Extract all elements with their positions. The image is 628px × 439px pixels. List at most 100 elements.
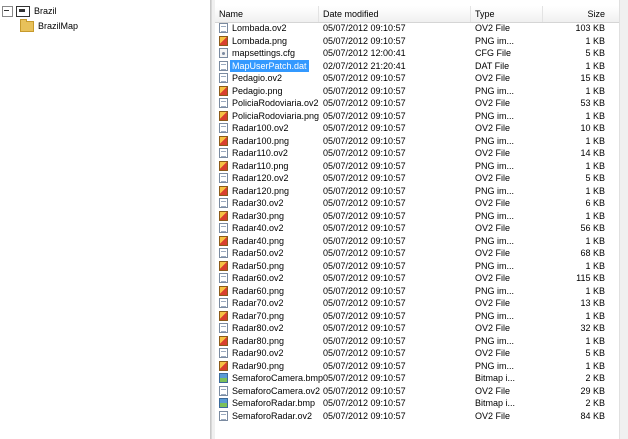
- image-file-icon: [219, 185, 228, 196]
- file-name: Radar30.png: [232, 210, 285, 221]
- file-row[interactable]: Radar80.ov2 05/07/2012 09:10:57 OV2 File 32…: [215, 322, 620, 335]
- file-type: OV2 File: [475, 98, 511, 108]
- file-row[interactable]: SemaforoCamera.bmp 05/07/2012 09:10:57 Bit…: [215, 372, 620, 385]
- file-rows: Lombada.ov2 05/07/2012 09:10:57 OV2 File 10…: [215, 22, 620, 422]
- file-row[interactable]: MapUserPatch.dat 02/07/2012 21:20:41 DAT F…: [215, 59, 620, 72]
- file-date-modified: 05/07/2012 09:10:57: [323, 123, 406, 133]
- file-name: Lombada.ov2: [232, 23, 287, 33]
- file-row[interactable]: Radar110.png 05/07/2012 09:10:57 PNG im...…: [215, 160, 620, 173]
- image-file-icon: [219, 135, 228, 146]
- file-type: OV2 File: [475, 173, 511, 183]
- tree-item-brazil[interactable]: Brazil: [2, 4, 57, 18]
- file-row[interactable]: Radar100.ov2 05/07/2012 09:10:57 OV2 File 1…: [215, 122, 620, 135]
- file-row[interactable]: Pedagio.ov2 05/07/2012 09:10:57 OV2 File 15…: [215, 72, 620, 85]
- file-row[interactable]: Pedagio.png 05/07/2012 09:10:57 PNG im... 1…: [215, 85, 620, 98]
- file-row[interactable]: PoliciaRodoviaria.ov2 05/07/2012 09:10:57…: [215, 97, 620, 110]
- file-row[interactable]: SemaforoRadar.ov2 05/07/2012 09:10:57 OV2 …: [215, 410, 620, 423]
- file-type: OV2 File: [475, 73, 511, 83]
- file-date-modified: 05/07/2012 09:10:57: [323, 323, 406, 333]
- file-row[interactable]: SemaforoRadar.bmp 05/07/2012 09:10:57 Bitm…: [215, 397, 620, 410]
- file-row[interactable]: Radar30.png 05/07/2012 09:10:57 PNG im... 1…: [215, 210, 620, 223]
- file-type: OV2 File: [475, 348, 511, 358]
- file-date-modified: 05/07/2012 09:10:57: [323, 173, 406, 183]
- file-size: 13 KB: [580, 298, 605, 308]
- file-row[interactable]: Radar80.png 05/07/2012 09:10:57 PNG im... 1…: [215, 335, 620, 348]
- file-row[interactable]: Radar100.png 05/07/2012 09:10:57 PNG im...…: [215, 135, 620, 148]
- file-type: PNG im...: [475, 110, 515, 121]
- file-name: MapUserPatch.dat: [230, 59, 309, 72]
- file-type: PNG im...: [475, 185, 515, 196]
- column-size[interactable]: Size: [543, 6, 609, 22]
- document-icon: [219, 198, 228, 208]
- file-size: 115 KB: [576, 273, 605, 283]
- file-row[interactable]: SemaforoCamera.ov2 05/07/2012 09:10:57 OV2…: [215, 385, 620, 398]
- file-date-modified: 05/07/2012 09:10:57: [323, 223, 406, 233]
- file-size: 1 KB: [585, 335, 605, 346]
- folder-icon: [20, 18, 34, 32]
- file-row[interactable]: Radar120.png 05/07/2012 09:10:57 PNG im...…: [215, 185, 620, 198]
- file-date-modified: 05/07/2012 09:10:57: [323, 35, 406, 46]
- file-row[interactable]: Radar110.ov2 05/07/2012 09:10:57 OV2 File 1…: [215, 147, 620, 160]
- file-name: Pedagio.ov2: [232, 73, 283, 83]
- file-date-modified: 05/07/2012 09:10:57: [323, 360, 406, 371]
- document-icon: [219, 385, 228, 396]
- file-name: SemaforoCamera.ov2: [232, 385, 321, 396]
- file-size: 5 KB: [585, 48, 605, 58]
- file-row[interactable]: Radar90.png 05/07/2012 09:10:57 PNG im... 1…: [215, 360, 620, 373]
- file-row[interactable]: PoliciaRodoviaria.png 05/07/2012 09:10:57…: [215, 110, 620, 123]
- file-date-modified: 05/07/2012 09:10:57: [323, 285, 406, 296]
- file-type: OV2 File: [475, 410, 511, 421]
- file-size: 5 KB: [585, 348, 605, 358]
- file-date-modified: 05/07/2012 09:10:57: [323, 310, 406, 321]
- document-icon: [219, 73, 228, 83]
- file-row[interactable]: Radar70.ov2 05/07/2012 09:10:57 OV2 File 13…: [215, 297, 620, 310]
- column-header: Name Date modified Type Size: [215, 6, 620, 23]
- vertical-scrollbar[interactable]: [619, 0, 628, 439]
- document-icon: [219, 223, 228, 233]
- document-icon: [219, 148, 228, 158]
- file-row[interactable]: Radar30.ov2 05/07/2012 09:10:57 OV2 File 6 …: [215, 197, 620, 210]
- file-size: 68 KB: [580, 248, 605, 258]
- file-type: CFG File: [475, 48, 511, 58]
- file-name: Radar110.ov2: [232, 148, 288, 158]
- file-row[interactable]: Radar90.ov2 05/07/2012 09:10:57 OV2 File 5 …: [215, 347, 620, 360]
- file-row[interactable]: Lombada.ov2 05/07/2012 09:10:57 OV2 File 10…: [215, 22, 620, 35]
- file-name: Radar70.png: [232, 310, 285, 321]
- file-row[interactable]: Radar60.ov2 05/07/2012 09:10:57 OV2 File 11…: [215, 272, 620, 285]
- file-name: Radar90.png: [232, 360, 285, 371]
- file-row[interactable]: Radar50.ov2 05/07/2012 09:10:57 OV2 File 68…: [215, 247, 620, 260]
- file-row[interactable]: Radar70.png 05/07/2012 09:10:57 PNG im... 1…: [215, 310, 620, 323]
- file-row[interactable]: Radar120.ov2 05/07/2012 09:10:57 OV2 File 5…: [215, 172, 620, 185]
- file-row[interactable]: Lombada.png 05/07/2012 09:10:57 PNG im... 1…: [215, 35, 620, 48]
- drive-icon: [16, 5, 30, 17]
- column-type[interactable]: Type: [471, 6, 543, 22]
- file-type: OV2 File: [475, 198, 511, 208]
- tree-item-brazilmap[interactable]: BrazilMap: [20, 18, 78, 33]
- column-name[interactable]: Name: [215, 6, 319, 22]
- file-size: 15 KB: [580, 73, 605, 83]
- file-row[interactable]: Radar60.png 05/07/2012 09:10:57 PNG im... 1…: [215, 285, 620, 298]
- column-date-modified[interactable]: Date modified: [319, 6, 471, 22]
- file-size: 1 KB: [585, 60, 605, 71]
- file-size: 32 KB: [580, 323, 605, 333]
- file-size: 1 KB: [585, 360, 605, 371]
- file-row[interactable]: Radar40.png 05/07/2012 09:10:57 PNG im... 1…: [215, 235, 620, 248]
- file-row[interactable]: Radar40.ov2 05/07/2012 09:10:57 OV2 File 56…: [215, 222, 620, 235]
- file-date-modified: 05/07/2012 09:10:57: [323, 373, 406, 383]
- file-type: PNG im...: [475, 360, 515, 371]
- file-name: mapsettings.cfg: [232, 48, 296, 58]
- file-date-modified: 05/07/2012 09:10:57: [323, 260, 406, 271]
- file-type: PNG im...: [475, 160, 515, 171]
- collapse-icon[interactable]: [2, 5, 13, 17]
- document-icon: [219, 248, 228, 258]
- file-size: 1 KB: [585, 135, 605, 146]
- file-row[interactable]: mapsettings.cfg 05/07/2012 12:00:41 CFG Fi…: [215, 47, 620, 60]
- file-size: 1 KB: [585, 85, 605, 96]
- file-name: Radar120.ov2: [232, 173, 289, 183]
- file-date-modified: 05/07/2012 09:10:57: [323, 298, 406, 308]
- file-row[interactable]: Radar50.png 05/07/2012 09:10:57 PNG im... 1…: [215, 260, 620, 273]
- file-type: OV2 File: [475, 223, 511, 233]
- file-size: 6 KB: [585, 198, 605, 208]
- file-type: OV2 File: [475, 273, 511, 283]
- file-name: Radar50.png: [232, 260, 285, 271]
